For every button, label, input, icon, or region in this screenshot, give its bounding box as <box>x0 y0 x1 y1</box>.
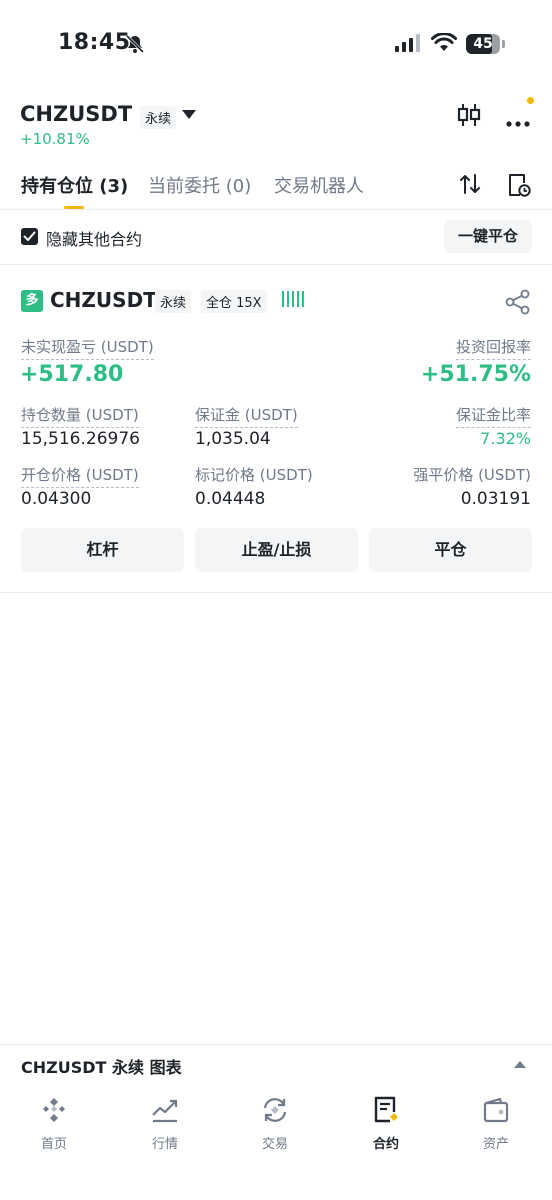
nav-trade[interactable]: 交易 <box>235 1095 315 1152</box>
close-all-button[interactable]: 一键平仓 <box>444 220 532 253</box>
position-margin-mode[interactable]: 全仓 15X <box>201 290 267 313</box>
chart-bar-label[interactable]: CHZUSDT 永续 图表 <box>21 1054 182 1078</box>
status-bar: 18:45 45 <box>0 0 552 90</box>
nav-trade-label: 交易 <box>261 1137 288 1152</box>
unrealized-pnl-label[interactable]: 未实现盈亏 (USDT) <box>21 336 154 360</box>
filter-divider <box>0 264 552 265</box>
notification-dot <box>527 97 534 104</box>
position-size-value: 15,516.26976 <box>21 429 140 449</box>
position-size-label[interactable]: 持仓数量 (USDT) <box>21 404 139 428</box>
signal-icon <box>395 34 420 52</box>
nav-assets[interactable]: 资产 <box>456 1095 536 1152</box>
chevron-up-icon[interactable] <box>514 1061 526 1068</box>
futures-doc-icon <box>346 1095 426 1125</box>
adl-indicator-icon <box>282 291 304 307</box>
trade-exchange-icon <box>235 1095 315 1125</box>
battery-cap <box>502 40 505 48</box>
margin-value: 1,035.04 <box>195 429 271 449</box>
margin-ratio-value: 7.32% <box>480 429 531 448</box>
tab-positions[interactable]: 持有仓位 (3) <box>21 172 128 198</box>
mark-price-value: 0.04448 <box>195 489 266 509</box>
history-clock-icon[interactable] <box>506 172 532 202</box>
tp-sl-button[interactable]: 止盈/止损 <box>195 528 358 572</box>
margin-ratio-label[interactable]: 保证金比率 <box>455 404 531 428</box>
bell-muted-icon <box>124 33 146 59</box>
markets-chart-icon <box>125 1095 205 1125</box>
chevron-down-icon[interactable] <box>182 110 196 119</box>
margin-label[interactable]: 保证金 (USDT) <box>195 404 298 428</box>
roi-value: +51.75% <box>420 362 531 387</box>
position-symbol[interactable]: CHZUSDT <box>50 288 157 312</box>
nav-futures[interactable]: 合约 <box>346 1095 426 1152</box>
header-contract-type: 永续 <box>140 106 177 129</box>
unrealized-pnl-value: +517.80 <box>20 362 124 387</box>
more-icon[interactable] <box>506 112 530 131</box>
battery-icon: 45 <box>466 34 500 54</box>
nav-home-label: 首页 <box>40 1137 67 1152</box>
wifi-icon <box>431 32 457 57</box>
hide-others-label[interactable]: 隐藏其他合约 <box>46 226 142 250</box>
status-time: 18:45 <box>58 30 131 55</box>
entry-price-value: 0.04300 <box>21 489 92 509</box>
candlestick-icon[interactable] <box>456 102 482 132</box>
nav-futures-label: 合约 <box>372 1137 399 1152</box>
long-side-badge: 多 <box>21 290 43 312</box>
liq-price-value: 0.03191 <box>460 489 531 509</box>
wallet-icon <box>456 1095 536 1125</box>
header-symbol[interactable]: CHZUSDT <box>20 102 132 126</box>
tab-open-orders[interactable]: 当前委托 (0) <box>148 172 251 198</box>
header-change: +10.81% <box>20 130 90 148</box>
share-icon[interactable] <box>505 289 531 319</box>
hide-others-checkbox[interactable] <box>21 228 38 245</box>
sort-arrows-icon[interactable] <box>458 172 482 200</box>
nav-markets-label: 行情 <box>151 1137 178 1152</box>
nav-assets-label: 资产 <box>482 1137 509 1152</box>
entry-price-label[interactable]: 开仓价格 (USDT) <box>21 464 139 488</box>
chart-bar-divider <box>0 1044 552 1045</box>
nav-markets[interactable]: 行情 <box>125 1095 205 1152</box>
position-contract-type: 永续 <box>155 290 192 313</box>
leverage-button[interactable]: 杠杆 <box>21 528 184 572</box>
liq-price-label: 强平价格 (USDT) <box>413 466 531 484</box>
card-divider <box>0 592 552 593</box>
battery-level: 45 <box>473 36 493 52</box>
mark-price-label: 标记价格 (USDT) <box>195 466 313 484</box>
home-diamond-icon <box>14 1095 94 1125</box>
tab-trading-bots[interactable]: 交易机器人 <box>274 172 364 198</box>
tabs-divider <box>0 209 552 210</box>
nav-home[interactable]: 首页 <box>14 1095 94 1152</box>
roi-label[interactable]: 投资回报率 <box>455 336 531 360</box>
close-position-button[interactable]: 平仓 <box>369 528 532 572</box>
